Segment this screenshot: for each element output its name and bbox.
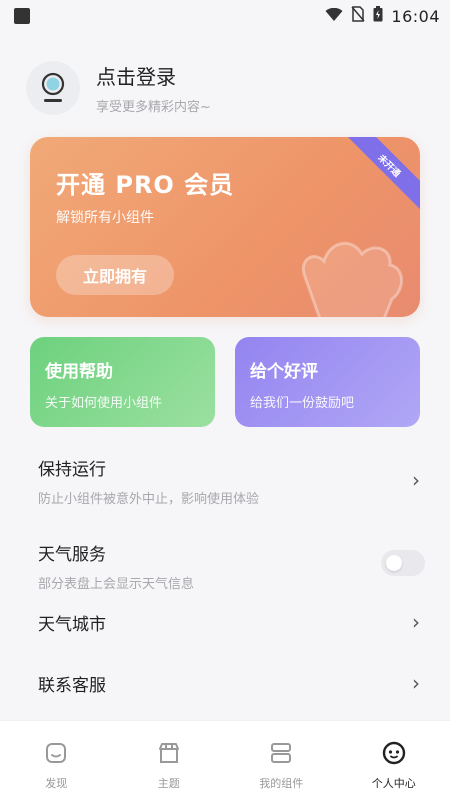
crown-decoration-icon <box>301 241 403 317</box>
rate-card[interactable]: 给个好评 给我们一份鼓励吧 <box>235 337 420 427</box>
battery-icon <box>373 6 383 26</box>
weather-service-title: 天气服务 <box>38 545 106 565</box>
nav-label: 我的组件 <box>259 777 304 790</box>
nav-label: 发现 <box>45 777 68 790</box>
rate-title: 给个好评 <box>250 362 318 382</box>
store-icon <box>155 739 183 767</box>
nav-profile[interactable]: 个人中心 <box>338 721 450 800</box>
keep-running-title: 保持运行 <box>38 460 106 480</box>
help-subtitle: 关于如何使用小组件 <box>45 396 163 411</box>
pro-subtitle: 解锁所有小组件 <box>56 210 154 226</box>
status-icons: 16:04 <box>325 6 440 26</box>
weather-service-item: 天气服务 部分表盘上会显示天气信息 <box>38 540 425 592</box>
status-time: 16:04 <box>391 6 440 26</box>
get-pro-button[interactable]: 立即拥有 <box>56 255 174 295</box>
chevron-right-icon: › <box>412 610 420 634</box>
help-card[interactable]: 使用帮助 关于如何使用小组件 <box>30 337 215 427</box>
discover-icon <box>42 739 70 767</box>
status-bar: 16:04 <box>0 0 450 32</box>
notification-icon <box>14 8 30 24</box>
contact-service-title: 联系客服 <box>38 676 106 696</box>
nav-widgets[interactable]: 我的组件 <box>225 721 338 800</box>
weather-city-title: 天气城市 <box>38 615 106 635</box>
help-title: 使用帮助 <box>45 362 113 382</box>
wifi-icon <box>325 7 343 26</box>
chevron-right-icon: › <box>412 468 420 492</box>
nav-label: 个人中心 <box>371 777 416 790</box>
bottom-nav: 发现 主题 我的组件 个人中心 <box>0 720 450 800</box>
nav-theme[interactable]: 主题 <box>113 721 226 800</box>
profile-icon <box>380 739 408 767</box>
not-activated-ribbon: 未开通 <box>340 137 420 215</box>
widgets-icon <box>267 739 295 767</box>
no-sim-icon <box>351 6 365 26</box>
weather-service-toggle[interactable] <box>381 550 425 576</box>
avatar[interactable] <box>26 61 80 115</box>
keep-running-item[interactable]: 保持运行 防止小组件被意外中止，影响使用体验 › <box>38 455 420 507</box>
login-subtitle: 享受更多精彩内容~ <box>96 100 211 115</box>
weather-service-subtitle: 部分表盘上会显示天气信息 <box>38 577 195 592</box>
pro-title: 开通 PRO 会员 <box>56 171 235 199</box>
rate-subtitle: 给我们一份鼓励吧 <box>250 396 355 411</box>
login-profile[interactable]: 点击登录 享受更多精彩内容~ <box>26 58 386 118</box>
login-title[interactable]: 点击登录 <box>96 61 211 90</box>
keep-running-subtitle: 防止小组件被意外中止，影响使用体验 <box>38 492 260 507</box>
nav-discover[interactable]: 发现 <box>0 721 113 800</box>
nav-label: 主题 <box>157 777 180 790</box>
contact-service-item[interactable]: 联系客服 › <box>38 671 420 696</box>
chevron-right-icon: › <box>412 671 420 695</box>
pro-membership-card[interactable]: 开通 PRO 会员 解锁所有小组件 立即拥有 未开通 <box>30 137 420 317</box>
weather-city-item[interactable]: 天气城市 › <box>38 610 420 635</box>
avatar-icon <box>41 72 65 102</box>
